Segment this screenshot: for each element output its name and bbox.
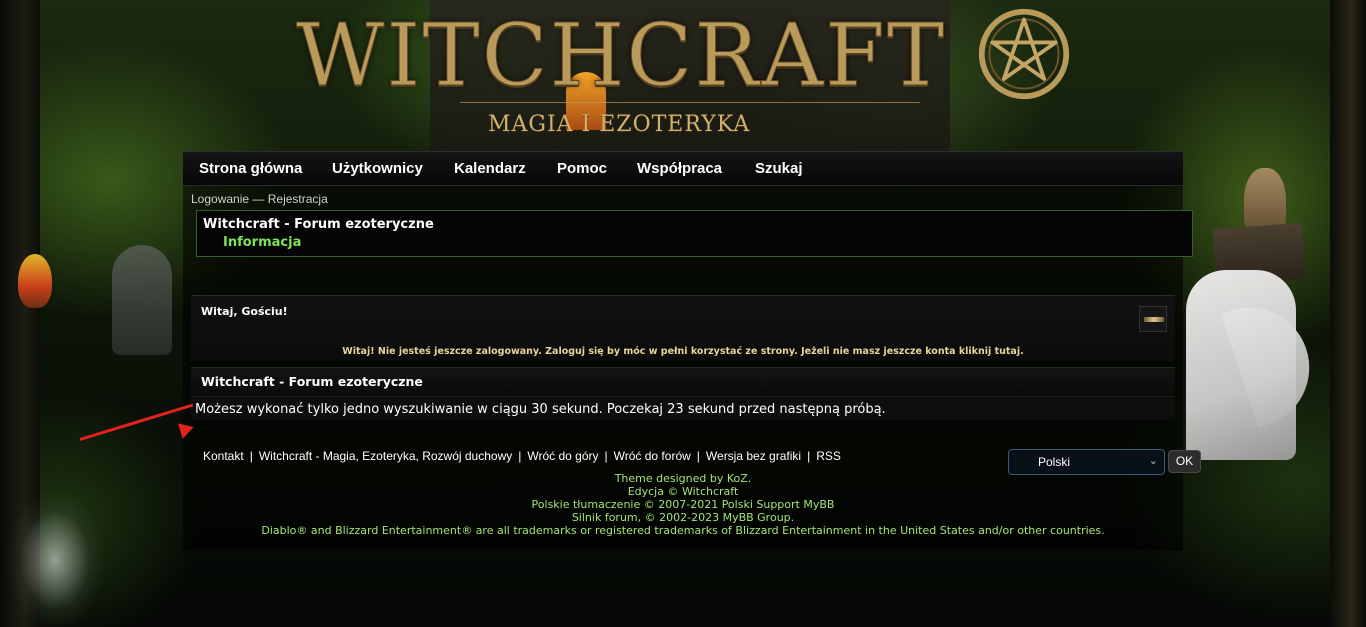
credit-translation: Polskie tłumaczenie © 2007-2021 Polski S… (531, 498, 835, 511)
background-waterfall (0, 470, 110, 627)
background-tree-left (0, 0, 40, 627)
footer-link-site[interactable]: Witchcraft - Magia, Ezoteryka, Rozwój du… (259, 449, 512, 463)
welcome-panel: Witaj, Gościu! Witaj! Nie jesteś jeszcze… (191, 295, 1175, 361)
nav-search[interactable]: Szukaj (755, 160, 803, 177)
breadcrumb-forum-link[interactable]: Witchcraft - Forum ezoteryczne (203, 217, 434, 232)
register-link[interactable]: Rejestracja (268, 192, 328, 206)
footer-link-contact[interactable]: Kontakt (203, 449, 244, 463)
background-parrot (18, 254, 52, 308)
background-horse-tail (1221, 292, 1325, 428)
credit-theme: Theme designed by KoZ. (614, 472, 752, 485)
welcome-message: Witaj! Nie jesteś jeszcze zalogowany. Za… (342, 346, 1024, 357)
nav-cooperation[interactable]: Współpraca (637, 160, 722, 177)
background-statue (112, 245, 172, 355)
background-tree-right (1330, 0, 1366, 627)
collapse-toggle-icon[interactable] (1139, 306, 1167, 332)
footer-separator: | (249, 449, 253, 463)
language-select-value: Polski (1038, 455, 1071, 469)
nav-calendar[interactable]: Kalendarz (454, 160, 526, 177)
main-navigation: Strona główna Użytkownicy Kalendarz Pomo… (183, 151, 1183, 186)
language-ok-button[interactable]: OK (1168, 450, 1201, 473)
logo-title: WITCHCRAFT (295, 6, 947, 107)
message-header-title: Witchcraft - Forum ezoteryczne (201, 374, 423, 389)
footer-separator: | (696, 449, 700, 463)
logo-divider (460, 102, 920, 103)
message-body: Możesz wykonać tylko jedno wyszukiwanie … (191, 396, 1175, 420)
footer-separator: | (518, 449, 522, 463)
credit-trademarks: Diablo® and Blizzard Entertainment® are … (261, 524, 1105, 537)
search-limit-message: Możesz wykonać tylko jedno wyszukiwanie … (195, 402, 886, 417)
pentacle-icon (978, 8, 1070, 100)
message-header: Witchcraft - Forum ezoteryczne (191, 367, 1175, 395)
nav-users[interactable]: Użytkownicy (332, 160, 423, 177)
chevron-down-icon: ⌄ (1148, 455, 1158, 467)
footer-link-top[interactable]: Wróć do góry (527, 449, 598, 463)
user-links: Logowanie — Rejestracja (191, 192, 328, 206)
background-signpost (1212, 222, 1306, 286)
credit-engine: Silnik forum, © 2002-2023 MyBB Group. (571, 511, 795, 524)
footer-credits: Theme designed by KoZ. Edycja © Witchcra… (183, 472, 1183, 537)
welcome-title: Witaj, Gościu! (201, 305, 288, 318)
login-link[interactable]: Logowanie (191, 192, 249, 206)
credit-edition: Edycja © Witchcraft (627, 485, 739, 498)
breadcrumb: Witchcraft - Forum ezoteryczne Informacj… (196, 210, 1193, 257)
nav-home[interactable]: Strona główna (199, 160, 302, 177)
footer-link-forums[interactable]: Wróć do forów (614, 449, 691, 463)
red-arrow-line (79, 403, 194, 441)
footer-link-rss[interactable]: RSS (816, 449, 841, 463)
footer-links: Kontakt | Witchcraft - Magia, Ezoteryka, R… (203, 449, 841, 463)
footer-separator: | (604, 449, 608, 463)
nav-help[interactable]: Pomoc (557, 160, 607, 177)
background-owl (1244, 168, 1286, 238)
site-logo[interactable]: WITCHCRAFT MAGIA I EZOTERYKA (290, 6, 1080, 146)
userbar-separator: — (252, 192, 265, 206)
footer-separator: | (807, 449, 811, 463)
background-horse (1186, 270, 1296, 460)
footer-link-lite[interactable]: Wersja bez grafiki (706, 449, 801, 463)
breadcrumb-current: Informacja (223, 235, 302, 250)
logo-subtitle: MAGIA I EZOTERYKA (488, 112, 751, 137)
